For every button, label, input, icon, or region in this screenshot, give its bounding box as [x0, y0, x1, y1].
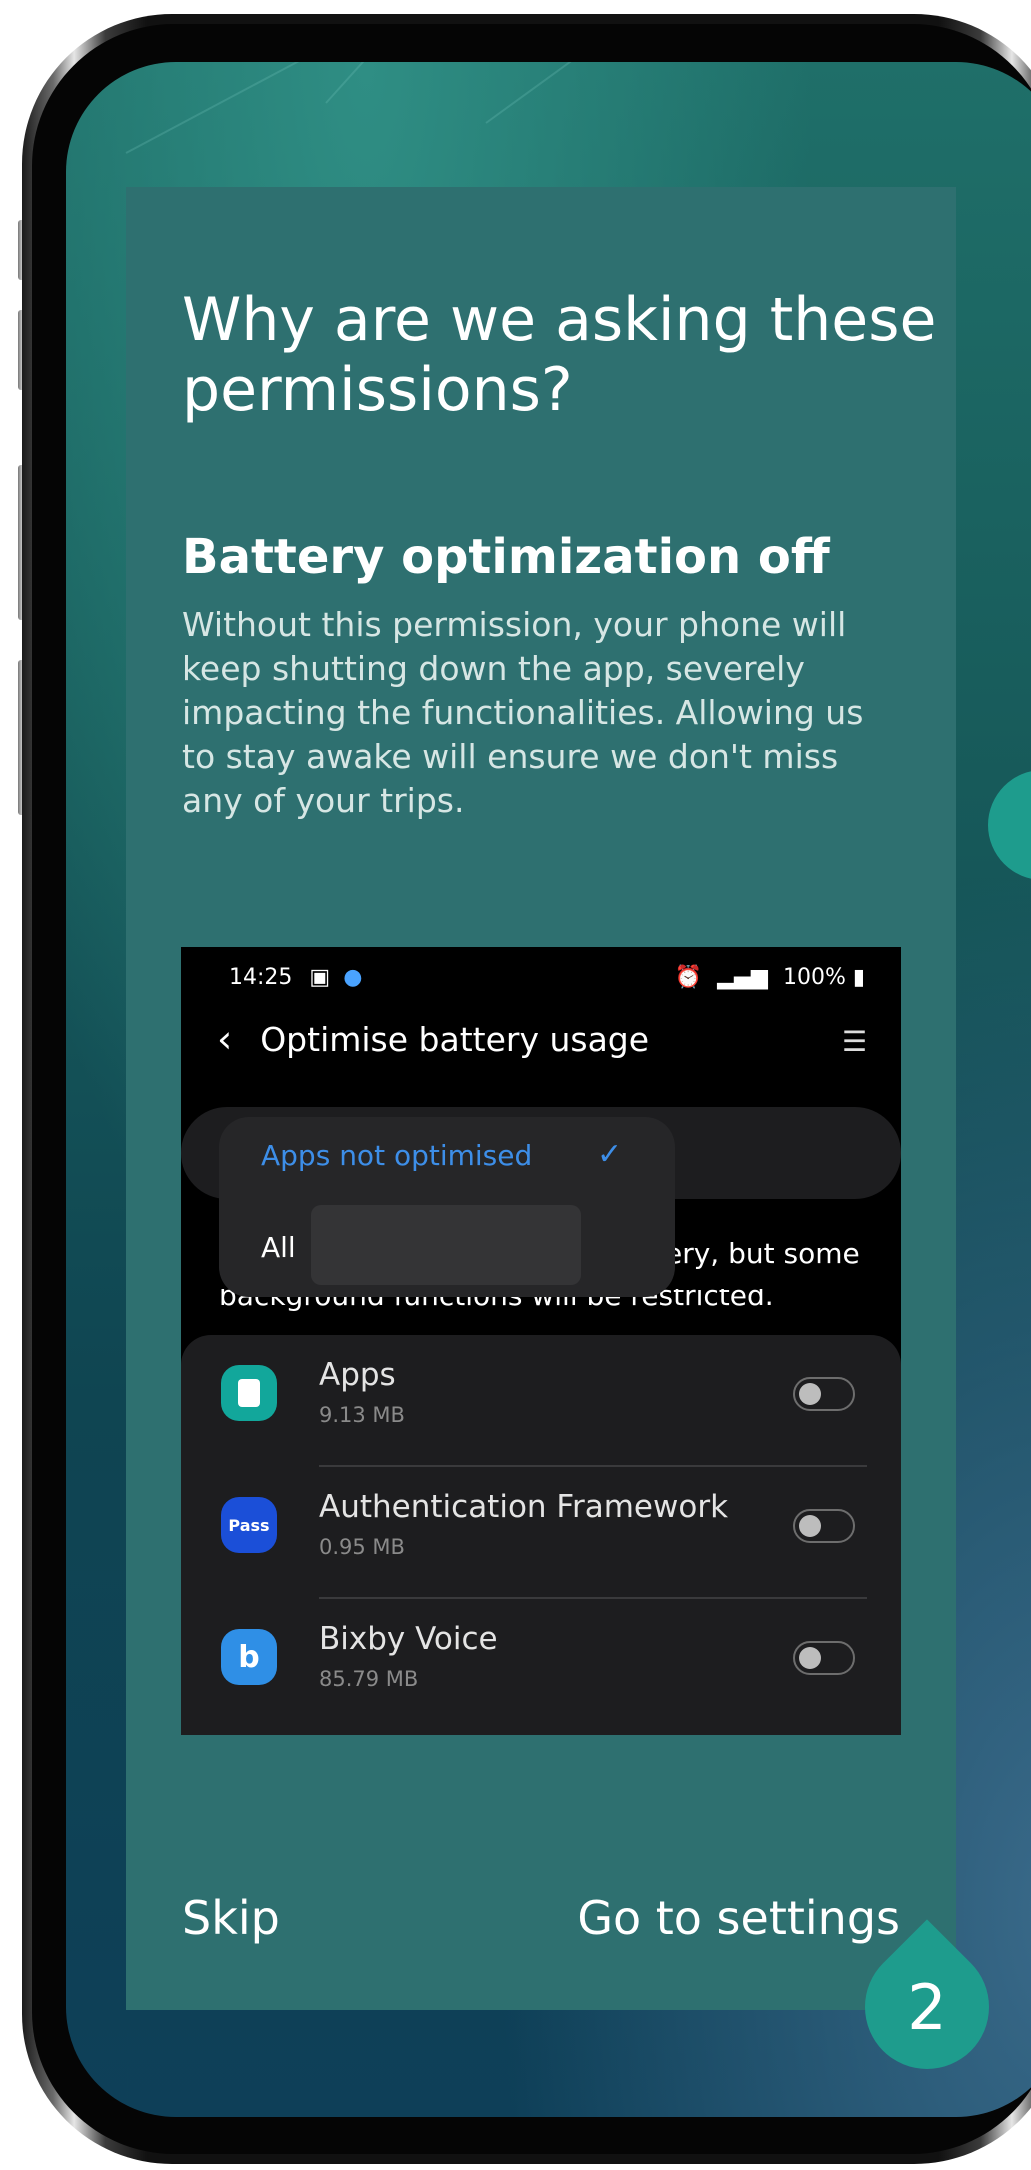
dropdown-option-selected: Apps not optimised	[261, 1139, 533, 1172]
blurred-region	[311, 1205, 581, 1285]
go-to-settings-button[interactable]: Go to settings	[577, 1891, 900, 1945]
status-battery-level: 100%	[782, 965, 846, 990]
app-toggle	[793, 1377, 855, 1411]
step-number: 2	[907, 1970, 947, 2044]
check-icon: ✓	[597, 1137, 623, 1172]
status-bar-left: 14:25 ▣ ●	[229, 965, 362, 990]
page-title: Why are we asking these permissions?	[182, 285, 937, 425]
list-item: b Bixby Voice 85.79 MB	[181, 1599, 901, 1729]
wallpaper-leaf-vein	[485, 62, 746, 124]
skip-button[interactable]: Skip	[182, 1891, 280, 1945]
wallpaper-leaf-vein	[325, 62, 501, 104]
section-title: Battery optimization off	[182, 529, 830, 585]
pass-icon-label: Pass	[228, 1515, 270, 1535]
signal-icon: ▂▄▆	[717, 965, 768, 990]
permission-description: Without this permission, your phone will…	[182, 605, 864, 820]
battery-icon: ▮	[852, 965, 865, 990]
pass-app-icon: Pass	[221, 1497, 277, 1553]
app-size: 9.13 MB	[319, 1403, 405, 1427]
app-notification-icon: ●	[343, 965, 363, 990]
bixby-app-icon: b	[221, 1629, 277, 1685]
app-name: Apps	[319, 1357, 396, 1393]
app-list: Apps 9.13 MB Pass Authentication Framewo…	[181, 1335, 901, 1735]
back-arrow-icon: ‹	[217, 1017, 233, 1061]
status-bar-right: ⏰ ▂▄▆ 100% ▮	[675, 965, 865, 990]
alarm-icon: ⏰	[674, 965, 703, 990]
screenshot-header: ‹ Optimise battery usage	[217, 1017, 649, 1061]
filter-dropdown: Apps not optimised ✓ All	[219, 1117, 675, 1297]
bixby-icon-label: b	[238, 1639, 260, 1675]
app-name: Bixby Voice	[319, 1621, 498, 1657]
app-toggle	[793, 1641, 855, 1675]
app-size: 85.79 MB	[319, 1667, 419, 1691]
example-screenshot: 14:25 ▣ ● ⏰ ▂▄▆ 100% ▮ ‹ Optimise batter…	[181, 947, 901, 1735]
status-time: 14:25	[229, 965, 293, 990]
apps-glyph-icon	[238, 1379, 260, 1407]
screenshot-header-title: Optimise battery usage	[260, 1019, 650, 1059]
list-item: Apps 9.13 MB	[181, 1335, 901, 1465]
apps-app-icon	[221, 1365, 277, 1421]
dropdown-option-all: All	[261, 1231, 296, 1264]
app-name: Authentication Framework	[319, 1489, 729, 1525]
app-size: 0.95 MB	[319, 1535, 405, 1559]
permission-card: Why are we asking these permissions? Bat…	[126, 187, 956, 2010]
app-toggle	[793, 1509, 855, 1543]
screenshot-status-icon: ▣	[309, 965, 331, 990]
partial-info-text: ery, but some	[665, 1237, 860, 1270]
list-item: Pass Authentication Framework 0.95 MB	[181, 1467, 901, 1597]
search-menu-icon: ☰	[841, 1025, 867, 1058]
